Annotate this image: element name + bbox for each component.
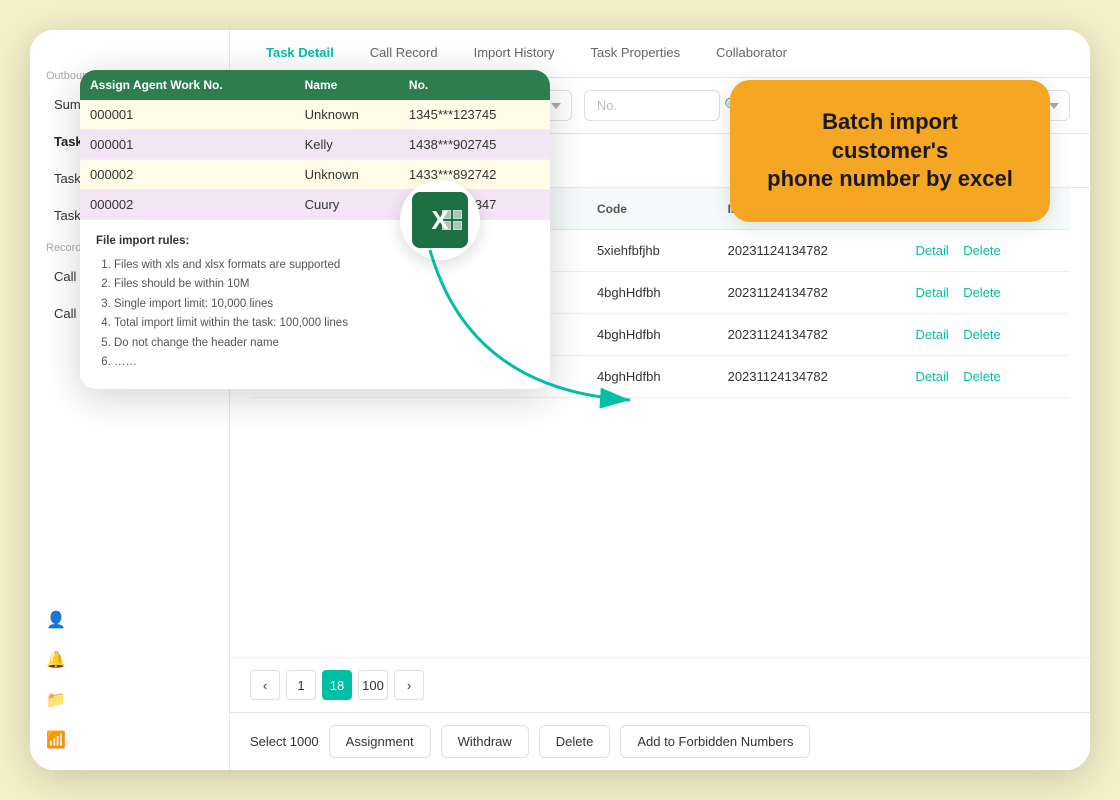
excel-col-workno: Assign Agent Work No. — [80, 70, 295, 100]
excel-phone: 1438***902745 — [399, 130, 550, 160]
rule-item: Single import limit: 10,000 lines — [114, 295, 534, 315]
yellow-info-box: Batch import customer's phone number by … — [730, 80, 1050, 222]
row-code: 5xiehfbfjhb — [587, 230, 718, 272]
rule-item: Total import limit within the task: 100,… — [114, 314, 534, 334]
next-page-button[interactable]: › — [394, 670, 424, 700]
file-rules-section: File import rules: Files with xls and xl… — [80, 220, 550, 389]
delete-link[interactable]: Delete — [963, 243, 1001, 258]
excel-row: 000001 Kelly 1438***902745 — [80, 130, 550, 160]
excel-row: 000001 Unknown 1345***123745 — [80, 100, 550, 130]
withdraw-button[interactable]: Withdraw — [441, 725, 529, 758]
no-right-filter-input[interactable] — [584, 90, 720, 121]
yellow-box-text: Batch import customer's phone number by … — [762, 108, 1018, 194]
tab-task-detail[interactable]: Task Detail — [250, 33, 350, 74]
row-code: 4bghHdfbh — [587, 272, 718, 314]
pagination-row: ‹ 1 18 100 › — [230, 657, 1090, 712]
tab-task-properties[interactable]: Task Properties — [575, 33, 697, 74]
tab-import-history[interactable]: Import History — [458, 33, 571, 74]
row-operation: Detail Delete — [905, 314, 1070, 356]
sidebar-bottom-icons: 👤 🔔 📁 📶 — [30, 590, 229, 770]
select-count-label: Select 1000 — [250, 734, 319, 749]
tab-call-record[interactable]: Call Record — [354, 33, 454, 74]
excel-icon-circle: X — [400, 180, 480, 260]
excel-preview-table: Assign Agent Work No. Name No. 000001 Un… — [80, 70, 550, 220]
page-100-button[interactable]: 100 — [358, 670, 388, 700]
excel-col-name: Name — [295, 70, 399, 100]
add-forbidden-button[interactable]: Add to Forbidden Numbers — [620, 725, 810, 758]
row-import-no: 20231124134782 — [718, 356, 906, 398]
excel-name: Unknown — [295, 160, 399, 190]
wifi-icon[interactable]: 📶 — [42, 726, 70, 754]
excel-workno: 000001 — [80, 130, 295, 160]
rule-item: Files with xls and xlsx formats are supp… — [114, 256, 534, 276]
detail-link[interactable]: Detail — [915, 243, 948, 258]
row-import-no: 20231124134782 — [718, 230, 906, 272]
row-operation: Detail Delete — [905, 230, 1070, 272]
page-18-button[interactable]: 18 — [322, 670, 352, 700]
excel-workno: 000002 — [80, 190, 295, 220]
rule-item: Files should be within 10M — [114, 275, 534, 295]
row-import-no: 20231124134782 — [718, 314, 906, 356]
delete-link[interactable]: Delete — [963, 327, 1001, 342]
bell-icon[interactable]: 🔔 — [42, 646, 70, 674]
main-card: Outbound Task Summary Reports Task Manag… — [30, 30, 1090, 770]
user-icon[interactable]: 👤 — [42, 606, 70, 634]
rule-item: Do not change the header name — [114, 334, 534, 354]
row-import-no: 20231124134782 — [718, 272, 906, 314]
tab-collaborator[interactable]: Collaborator — [700, 33, 803, 74]
detail-link[interactable]: Detail — [915, 369, 948, 384]
bottom-actions: Select 1000 Assignment Withdraw Delete A… — [230, 712, 1090, 770]
row-code: 4bghHdfbh — [587, 314, 718, 356]
delete-link[interactable]: Delete — [963, 369, 1001, 384]
sidebar-top-icons — [30, 46, 229, 62]
excel-x-icon: X — [412, 192, 468, 248]
row-operation: Detail Delete — [905, 356, 1070, 398]
excel-phone: 1345***123745 — [399, 100, 550, 130]
excel-workno: 000002 — [80, 160, 295, 190]
excel-row: 000002 Unknown 1433***892742 — [80, 160, 550, 190]
excel-workno: 000001 — [80, 100, 295, 130]
excel-name: Unknown — [295, 100, 399, 130]
excel-col-phone: No. — [399, 70, 550, 100]
row-code: 4bghHdfbh — [587, 356, 718, 398]
prev-page-button[interactable]: ‹ — [250, 670, 280, 700]
x-letter: X — [431, 205, 448, 236]
page-1-button[interactable]: 1 — [286, 670, 316, 700]
assignment-button[interactable]: Assignment — [329, 725, 431, 758]
col-code: Code — [587, 188, 718, 230]
delete-link[interactable]: Delete — [963, 285, 1001, 300]
detail-link[interactable]: Detail — [915, 327, 948, 342]
excel-name: Cuury — [295, 190, 399, 220]
rule-item: …… — [114, 353, 534, 373]
row-operation: Detail Delete — [905, 272, 1070, 314]
folder-icon[interactable]: 📁 — [42, 686, 70, 714]
detail-link[interactable]: Detail — [915, 285, 948, 300]
excel-popup: Assign Agent Work No. Name No. 000001 Un… — [80, 70, 550, 389]
excel-name: Kelly — [295, 130, 399, 160]
delete-button[interactable]: Delete — [539, 725, 611, 758]
